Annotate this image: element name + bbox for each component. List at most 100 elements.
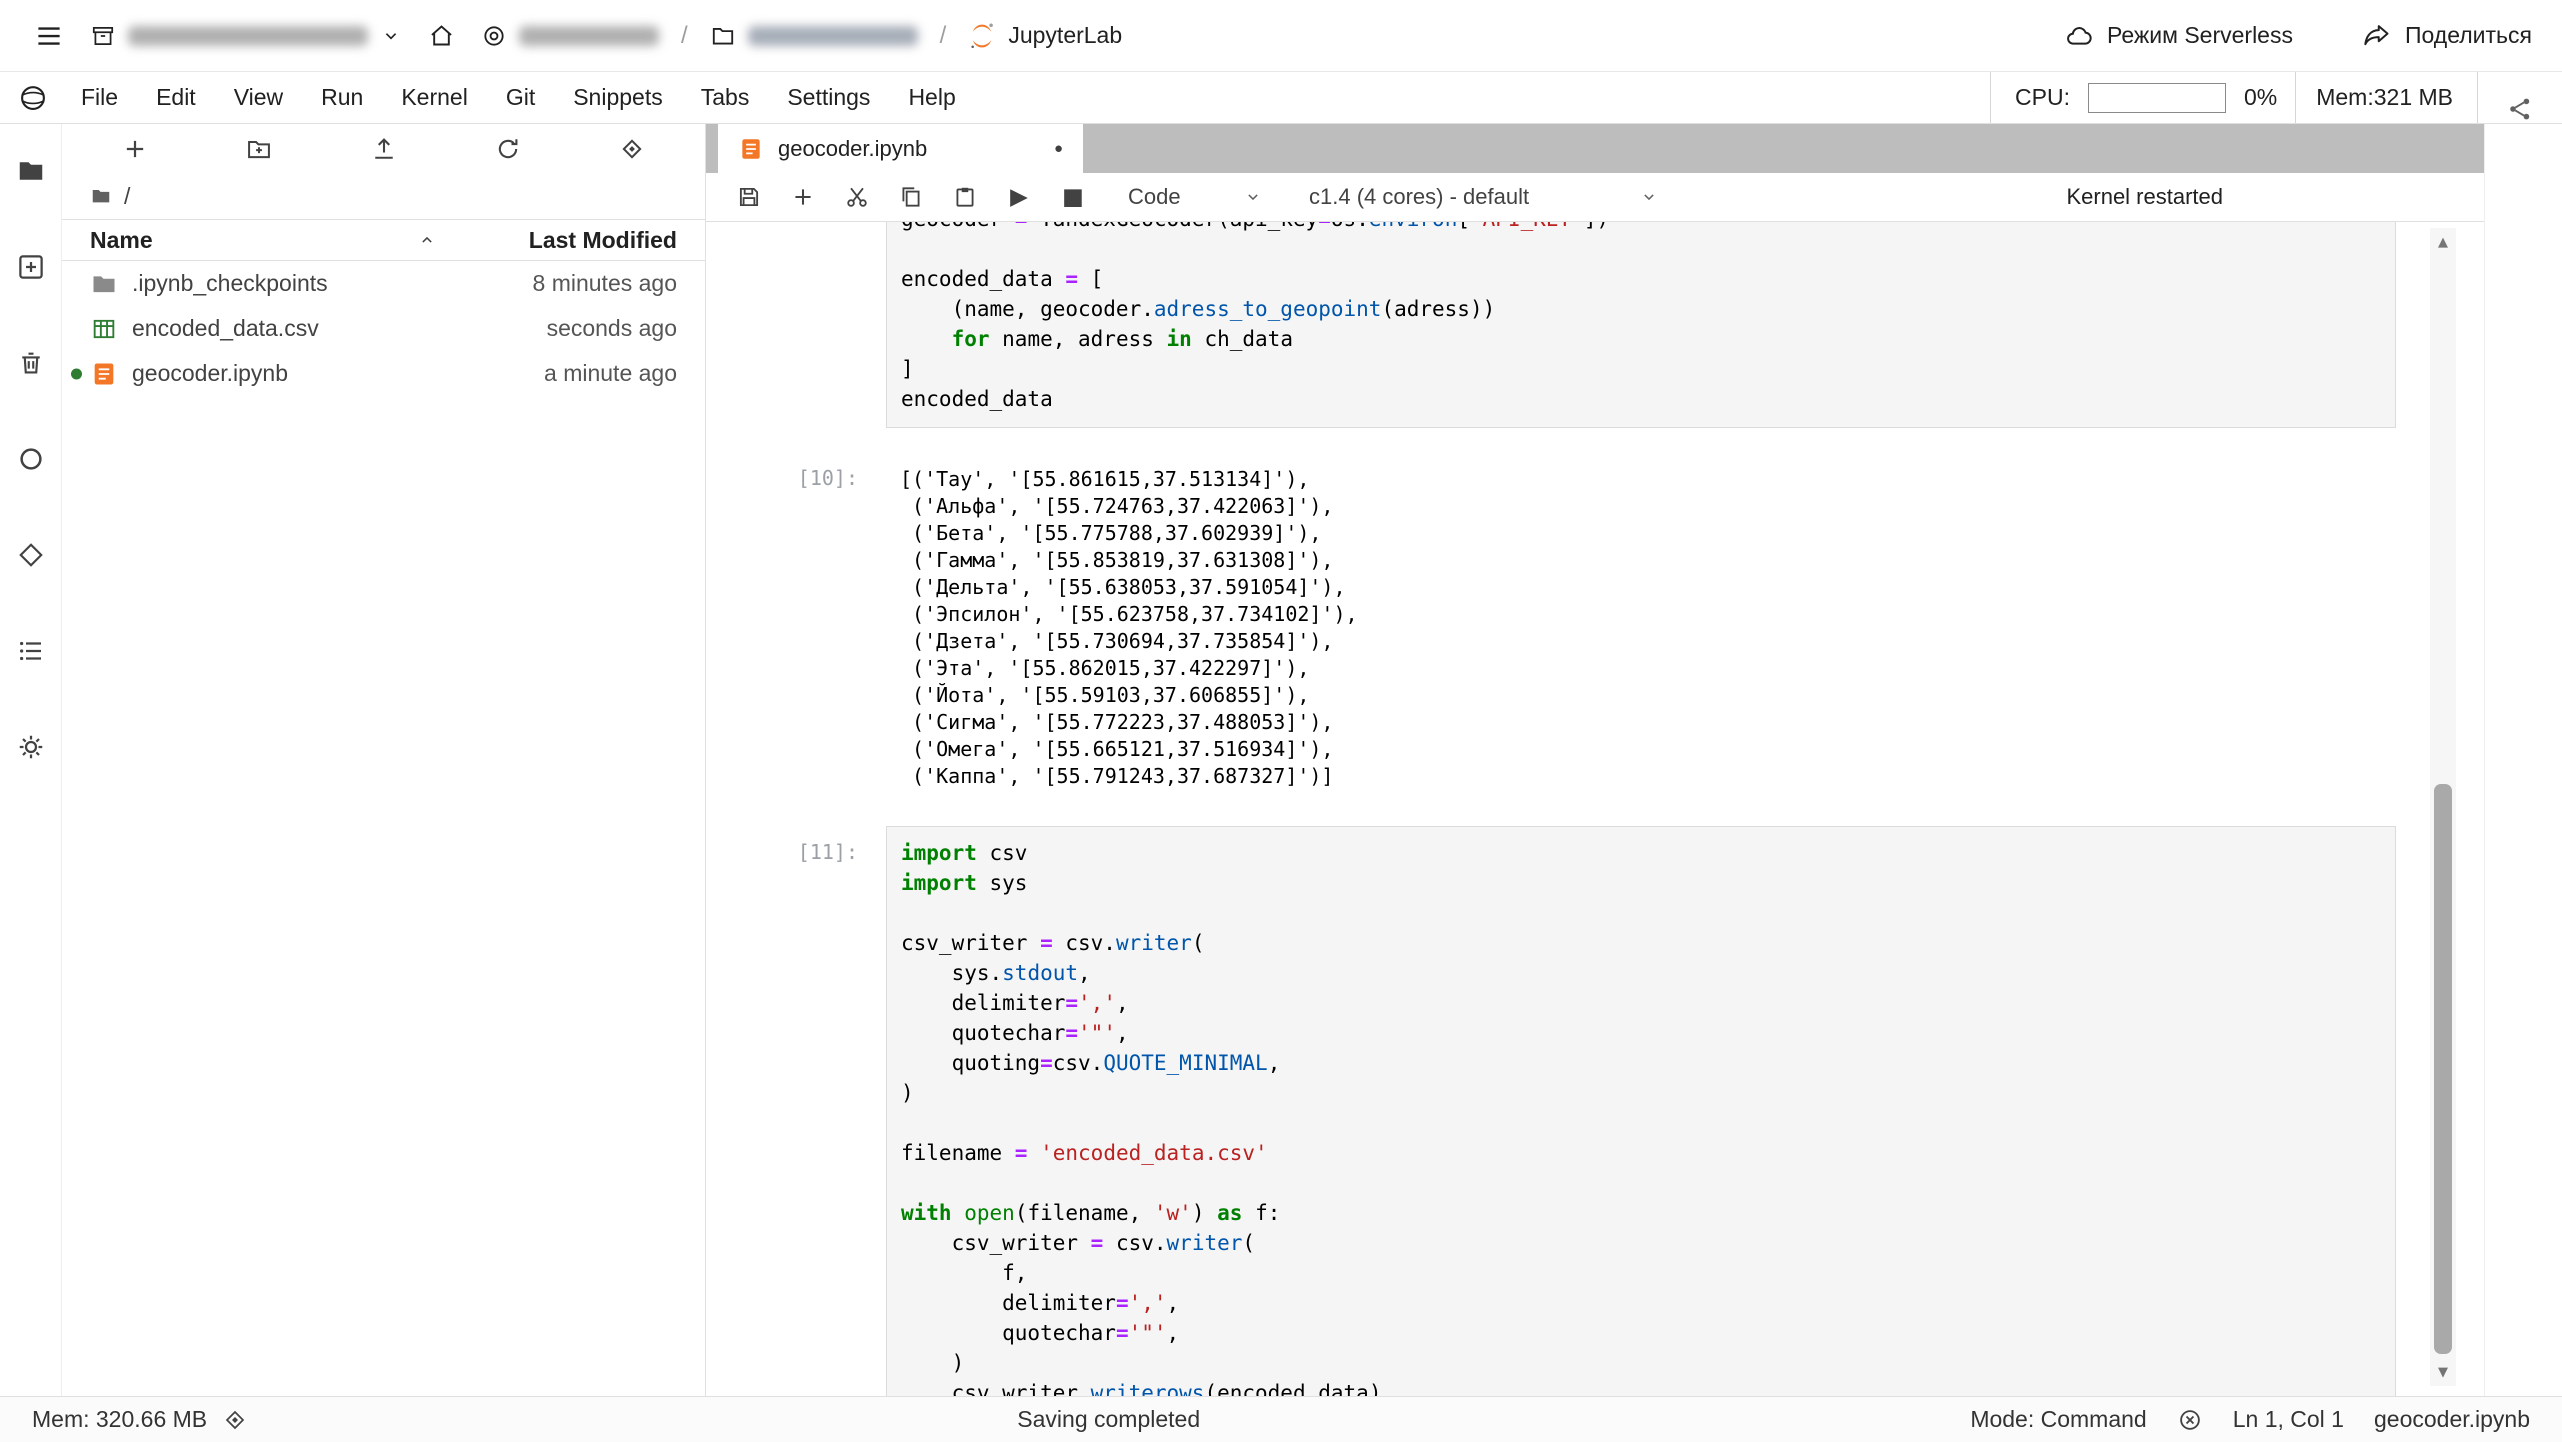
dirty-indicator-dot[interactable]: ● xyxy=(1054,140,1063,157)
notebook-cell[interactable]: [11]: import csv import sys csv_writer = c… xyxy=(706,826,2424,1396)
trash-icon xyxy=(21,352,40,374)
column-header-name[interactable]: Name xyxy=(90,227,447,254)
menubar-items: File Edit View Run Kernel Git Snippets Tabs Sett… xyxy=(62,84,975,111)
chevron-down-icon xyxy=(385,32,397,39)
share-nodes-icon[interactable] xyxy=(2506,95,2534,123)
checkpoint-diamond-icon[interactable] xyxy=(223,1408,247,1432)
save-icon xyxy=(739,187,759,207)
redacted-project-name xyxy=(747,25,918,46)
status-left: Mem: 320.66 MB xyxy=(32,1406,247,1433)
checkpoint-button[interactable] xyxy=(614,131,650,167)
folder-item-icon xyxy=(93,275,115,292)
column-header-modified[interactable]: Last Modified xyxy=(447,227,677,254)
file-browser: / Name Last Modified .ipynb_checkpoints … xyxy=(62,124,706,1396)
share-button[interactable]: Поделиться xyxy=(2363,22,2532,50)
notebook-scrollbar[interactable]: ▲ ▼ xyxy=(2430,228,2456,1386)
sidebar-tab-settings[interactable] xyxy=(14,730,48,764)
chevron-down-icon xyxy=(1644,194,1654,201)
notebook-cells: geocoder = YandexGeocoder(api_key=os.env… xyxy=(706,222,2424,1396)
sidebar-tab-files[interactable] xyxy=(14,154,48,188)
cut-cell-button[interactable] xyxy=(830,176,884,218)
scrollbar-thumb[interactable] xyxy=(2434,783,2452,1354)
menu-item-settings[interactable]: Settings xyxy=(768,84,889,111)
new-folder-button[interactable] xyxy=(241,131,277,167)
refresh-button[interactable] xyxy=(490,131,526,167)
datasphere-logo-icon xyxy=(21,85,45,110)
activity-bar xyxy=(0,124,62,1396)
file-name: encoded_data.csv xyxy=(132,315,319,341)
file-list-header: Name Last Modified xyxy=(62,219,705,261)
scissors-icon xyxy=(847,187,867,207)
menu-item-run[interactable]: Run xyxy=(302,84,382,111)
menu-item-kernel[interactable]: Kernel xyxy=(382,84,486,111)
sidebar-tab-trash[interactable] xyxy=(14,346,48,380)
serverless-mode-label: Режим Serverless xyxy=(2107,22,2293,48)
hamburger-menu-button[interactable] xyxy=(30,17,68,55)
cursor-position[interactable]: Ln 1, Col 1 xyxy=(2233,1406,2344,1433)
sidebar-tab-sessions[interactable] xyxy=(14,442,48,476)
scroll-down-arrow[interactable]: ▼ xyxy=(2430,1358,2456,1386)
menu-item-edit[interactable]: Edit xyxy=(137,84,215,111)
cell-code-editor[interactable]: geocoder = YandexGeocoder(api_key=os.env… xyxy=(886,222,2396,428)
file-row-encoded-data-csv[interactable]: encoded_data.csv seconds ago xyxy=(62,306,705,351)
system-stats: CPU: 0% Mem:321 MB xyxy=(1990,72,2478,123)
kernel-interrupt-icon[interactable] xyxy=(2177,1407,2203,1433)
paste-cell-button[interactable] xyxy=(938,176,992,218)
tab-geocoder-ipynb[interactable]: geocoder.ipynb ● xyxy=(718,124,1083,173)
menu-item-git[interactable]: Git xyxy=(487,84,554,111)
sidebar-tab-snippets[interactable] xyxy=(14,634,48,668)
community-breadcrumb[interactable] xyxy=(481,23,659,49)
new-launcher-button[interactable] xyxy=(117,131,153,167)
file-browser-breadcrumb[interactable]: / xyxy=(62,173,705,219)
cell-input-prompt: [11]: xyxy=(797,840,858,864)
plus-icon xyxy=(126,140,144,157)
menu-item-tabs[interactable]: Tabs xyxy=(682,84,769,111)
upload-button[interactable] xyxy=(366,131,402,167)
cell-input-prompt xyxy=(706,222,886,428)
refresh-icon xyxy=(498,138,518,158)
editor-area: geocoder.ipynb ● ▶ ■ Code c1.4 (4 cores)… xyxy=(706,124,2484,1396)
breadcrumb-separator: / xyxy=(939,21,947,49)
command-mode-indicator[interactable]: Mode: Command xyxy=(1970,1406,2146,1433)
notebook-cell[interactable]: geocoder = YandexGeocoder(api_key=os.env… xyxy=(706,222,2424,428)
menu-item-file[interactable]: File xyxy=(62,84,137,111)
cpu-percent: 0% xyxy=(2243,84,2278,110)
sidebar-tab-new[interactable] xyxy=(14,250,48,284)
notebook-file-icon xyxy=(94,363,114,384)
serverless-mode-button[interactable]: Режим Serverless xyxy=(2065,22,2293,50)
file-row-ipynb-checkpoints[interactable]: .ipynb_checkpoints 8 minutes ago xyxy=(62,261,705,306)
menu-item-snippets[interactable]: Snippets xyxy=(554,84,682,111)
menubar: File Edit View Run Kernel Git Snippets Tabs Sett… xyxy=(0,72,2562,124)
cell-code-editor[interactable]: import csv import sys csv_writer = csv.wr… xyxy=(886,826,2396,1396)
scroll-up-arrow[interactable]: ▲ xyxy=(2430,228,2456,256)
save-button[interactable] xyxy=(722,176,776,218)
kernel-select[interactable]: c1.4 (4 cores) - default xyxy=(1309,184,1659,210)
sidebar-tab-checkpoints[interactable] xyxy=(14,538,48,572)
status-right: Mode: Command Ln 1, Col 1 geocoder.ipynb xyxy=(1970,1406,2530,1433)
menu-item-help[interactable]: Help xyxy=(889,84,974,111)
datasphere-logo-button[interactable] xyxy=(14,79,52,117)
notebook-cell[interactable]: [10]: [('Тау', '[55.861615,37.513134]'), … xyxy=(706,464,2424,790)
file-name: .ipynb_checkpoints xyxy=(132,270,328,296)
cloud-org-switcher[interactable] xyxy=(90,23,402,49)
hamburger-icon xyxy=(38,26,60,45)
home-icon xyxy=(431,25,452,46)
plus-box-icon xyxy=(18,255,43,279)
folder-filled-icon xyxy=(19,162,42,180)
copy-icon xyxy=(902,187,920,207)
run-cell-button[interactable]: ▶ xyxy=(992,176,1046,218)
file-row-geocoder-ipynb[interactable]: geocoder.ipynb a minute ago xyxy=(62,351,705,396)
copy-cell-button[interactable] xyxy=(884,176,938,218)
home-button[interactable] xyxy=(424,18,459,53)
cell-type-select[interactable]: Code xyxy=(1128,184,1263,210)
right-sidebar xyxy=(2484,124,2562,1396)
stop-kernel-button[interactable]: ■ xyxy=(1046,176,1100,218)
diamond-icon xyxy=(18,543,43,567)
menu-item-view[interactable]: View xyxy=(215,84,302,111)
insert-cell-button[interactable] xyxy=(776,176,830,218)
folder-icon xyxy=(712,27,733,45)
cpu-label: CPU: xyxy=(2015,84,2070,110)
cloud-icon xyxy=(2067,26,2092,45)
project-breadcrumb[interactable] xyxy=(710,23,918,49)
breadcrumb-separator: / xyxy=(681,21,688,49)
